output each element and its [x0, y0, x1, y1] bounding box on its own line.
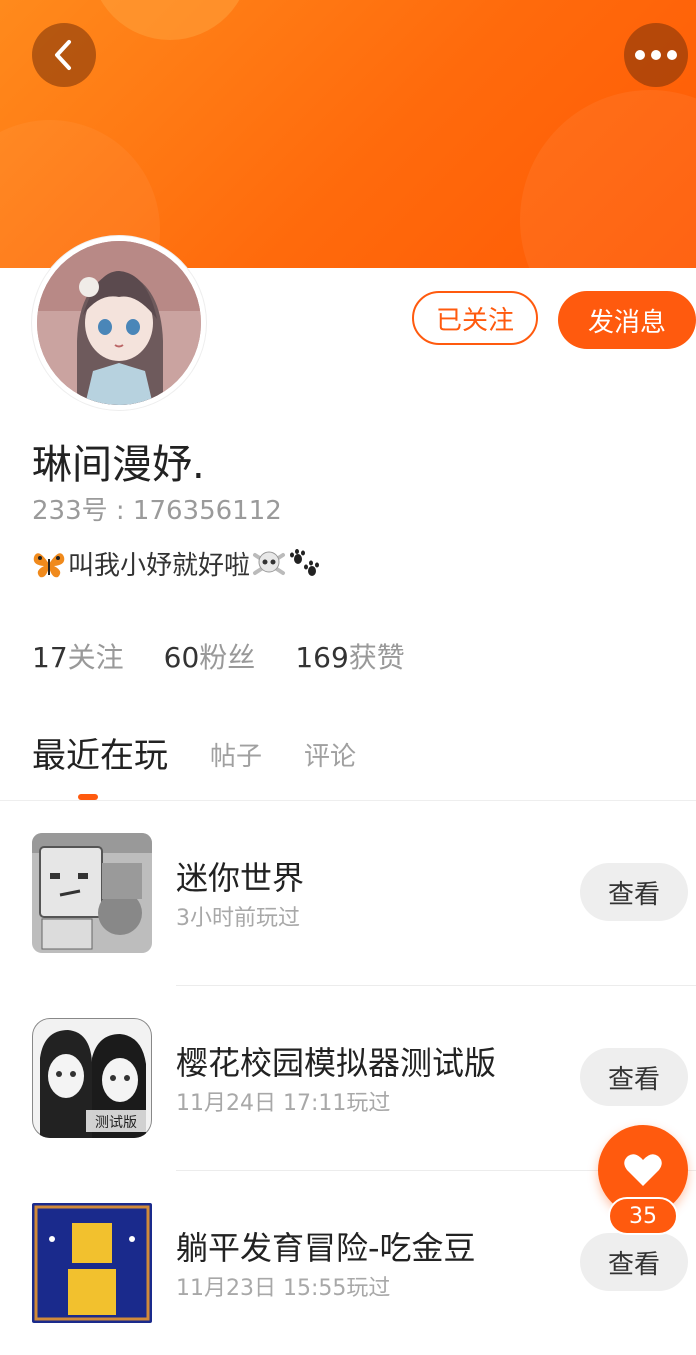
bio-text: 叫我小妤就好啦	[68, 551, 251, 581]
send-message-button[interactable]: 发消息	[558, 291, 696, 349]
game-icon	[32, 833, 152, 953]
stat-label: 关注	[67, 641, 124, 674]
butterfly-emoji-icon	[33, 552, 65, 577]
game-list-item[interactable]: 躺平发育冒险-吃金豆 11月23日 15:55玩过 查看	[0, 1171, 696, 1355]
paw-prints-icon	[290, 548, 320, 576]
user-bio: 叫我小妤就好啦	[32, 545, 322, 582]
stat-value: 17	[32, 641, 68, 674]
game-list-item[interactable]: 测试版 樱花校园模拟器测试版 11月24日 17:11玩过 查看	[0, 986, 696, 1171]
stat-label: 粉丝	[199, 641, 256, 674]
game-last-played: 11月24日 17:11玩过	[176, 1091, 391, 1116]
game-last-played: 11月23日 15:55玩过	[176, 1276, 391, 1301]
banner-decoration	[520, 90, 696, 268]
more-button[interactable]	[624, 23, 688, 87]
game-list-item[interactable]: 迷你世界 3小时前玩过 查看	[0, 801, 696, 986]
user-id: 233号 : 176356112	[32, 496, 282, 526]
profile-tabs: 最近在玩 帖子 评论	[32, 728, 356, 777]
view-game-button[interactable]: 查看	[580, 1233, 688, 1291]
stat-value: 60	[163, 641, 200, 674]
tab-posts[interactable]: 帖子	[210, 736, 262, 777]
view-game-button[interactable]: 查看	[580, 1048, 688, 1106]
stat-value: 169	[295, 641, 349, 674]
game-name: 躺平发育冒险-吃金豆	[176, 1229, 476, 1267]
view-game-button[interactable]: 查看	[580, 863, 688, 921]
heart-icon	[624, 1154, 662, 1186]
avatar-image	[37, 241, 201, 405]
svg-text:测试版: 测试版	[95, 1115, 137, 1131]
stat-following[interactable]: 17关注	[32, 636, 124, 676]
back-button[interactable]	[32, 23, 96, 87]
game-name: 迷你世界	[176, 859, 305, 897]
followed-button[interactable]: 已关注	[412, 291, 538, 345]
game-name: 樱花校园模拟器测试版	[176, 1044, 497, 1082]
more-dots-icon	[635, 50, 677, 60]
like-count-badge: 35	[608, 1197, 678, 1235]
avatar[interactable]	[32, 236, 206, 410]
chevron-left-icon	[55, 40, 71, 70]
stat-likes[interactable]: 169获赞	[295, 636, 404, 676]
game-icon	[32, 1203, 152, 1323]
stat-label: 获赞	[348, 641, 405, 674]
stat-fans[interactable]: 60粉丝	[164, 636, 256, 676]
game-icon: 测试版	[32, 1018, 152, 1138]
profile-stats: 17关注 60粉丝 169获赞	[32, 636, 405, 676]
skull-crossbones-icon	[253, 551, 286, 575]
tab-recently-played[interactable]: 最近在玩	[32, 728, 168, 777]
game-last-played: 3小时前玩过	[176, 906, 300, 931]
banner-decoration	[90, 0, 250, 40]
profile-banner	[0, 0, 696, 268]
tab-comments[interactable]: 评论	[304, 736, 356, 777]
username: 琳间漫妤.	[32, 442, 205, 488]
